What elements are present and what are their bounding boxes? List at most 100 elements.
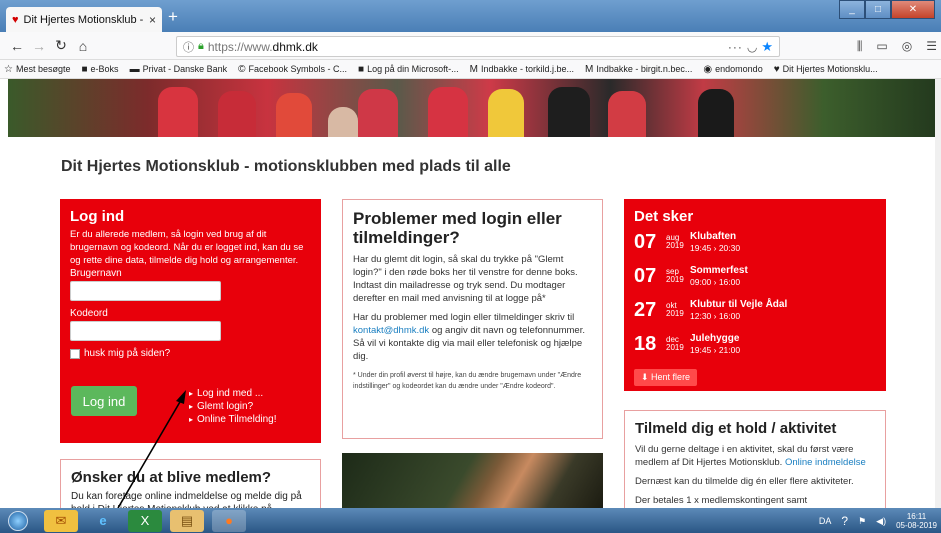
username-input[interactable] xyxy=(70,281,221,301)
join-title: Tilmeld dig et hold / aktivitet xyxy=(635,420,837,437)
forgot-login-link[interactable]: Glemt login? xyxy=(189,400,277,413)
event-item[interactable]: 07 aug 2019 Klubaften 19:45 › 20:30 xyxy=(634,231,876,259)
bookmark-label: endomondo xyxy=(715,64,763,74)
browser-tab[interactable]: ♥ Dit Hjertes Motionsklub - moti × xyxy=(6,7,162,32)
online-signup-link[interactable]: Online Tilmelding! xyxy=(189,413,276,426)
online-membership-link[interactable]: Online indmeldelse xyxy=(785,457,866,468)
language-indicator[interactable]: DA xyxy=(819,516,832,526)
bookmark-item[interactable]: ◉ endomondo xyxy=(703,64,762,75)
password-input[interactable] xyxy=(70,321,221,341)
problems-paragraph-1: Har du glemt dit login, så skal du trykk… xyxy=(353,254,578,304)
volume-icon[interactable]: ◀) xyxy=(876,516,886,527)
event-item[interactable]: 18 dec 2019 Julehygge 19:45 › 21:00 xyxy=(634,333,876,361)
clock-date: 05-08-2019 xyxy=(896,521,937,530)
problems-footnote: * Under din profil øverst til højre, kan… xyxy=(353,372,582,390)
event-info: Klubtur til Vejle Ådal 12:30 › 16:00 xyxy=(690,299,787,321)
event-name[interactable]: Klubtur til Vejle Ådal xyxy=(690,299,787,311)
help-icon[interactable]: ? xyxy=(841,514,848,528)
bookmark-icon: ▬ xyxy=(129,63,140,75)
info-icon[interactable]: ⓘ xyxy=(183,39,194,55)
bookmark-item[interactable]: M Indbakke - torkild.j.be... xyxy=(470,64,574,75)
forward-icon[interactable]: → xyxy=(28,38,50,54)
join-paragraph-1: Vil du gerne deltage i en aktivitet, ska… xyxy=(635,443,875,469)
new-tab-button[interactable]: + xyxy=(168,7,178,27)
problems-paragraph-2: Har du problemer med login eller tilmeld… xyxy=(353,311,592,363)
tab-title: Dit Hjertes Motionsklub - moti xyxy=(23,13,144,26)
back-icon[interactable]: ← xyxy=(6,38,28,54)
events-title: Det sker xyxy=(634,208,694,225)
event-time: 19:45 › 21:00 xyxy=(690,345,741,355)
become-member-box: Ønsker du at blive medlem? Du kan foreta… xyxy=(60,459,321,508)
sidebar-icon[interactable]: ▭ xyxy=(876,39,887,54)
page-actions-icon[interactable]: ··· xyxy=(728,40,743,54)
load-more-button[interactable]: ⬇ Hent flere xyxy=(634,369,698,386)
windows-taskbar: ✉ e X ▤ ● DA ? ⚑ ◀) 16:11 05-08-2019 xyxy=(0,508,941,533)
file-explorer-taskbar-icon[interactable]: ▤ xyxy=(170,509,204,532)
bookmark-item[interactable]: M Indbakke - birgit.n.bec... xyxy=(585,64,692,75)
login-button[interactable]: Log ind xyxy=(71,386,137,416)
username-label: Brugernavn xyxy=(70,268,122,279)
events-box: Det sker 07 aug 2019 Klubaften 19:45 › 20:30… xyxy=(624,199,886,391)
event-year: 2019 xyxy=(666,241,684,250)
bookmark-item[interactable]: ■ e-Boks xyxy=(82,64,119,75)
login-links: Log ind med ... Glemt login? Online Tilm… xyxy=(189,387,277,426)
contact-email-link[interactable]: kontakt@dhmk.dk xyxy=(353,325,429,336)
bookmark-icon: ■ xyxy=(81,63,88,75)
event-name[interactable]: Julehygge xyxy=(690,333,740,345)
bookmark-icon: © xyxy=(238,63,246,75)
event-name[interactable]: Klubaften xyxy=(690,231,740,243)
extension-icon[interactable]: ◎ xyxy=(902,39,912,54)
internet-explorer-taskbar-icon[interactable]: e xyxy=(86,510,120,532)
start-button[interactable] xyxy=(0,508,36,533)
vertical-scrollbar[interactable] xyxy=(935,79,941,508)
load-more-label: Hent flere xyxy=(651,372,691,382)
clock[interactable]: 16:11 05-08-2019 xyxy=(896,512,937,530)
navigation-bar: ← → ↻ ⌂ ⓘ 🔒︎ https://www. dhmk.dk ··· ◡ ★… xyxy=(0,32,941,60)
tab-close-icon[interactable]: × xyxy=(149,13,156,27)
remember-me[interactable]: husk mig på siden? xyxy=(70,348,311,359)
bookmark-item[interactable]: ■ Log på din Microsoft-... xyxy=(358,64,459,75)
window-controls: _ □ ✕ xyxy=(839,0,935,19)
web-page: Dit Hjertes Motionsklub - motionsklubben… xyxy=(0,79,941,508)
event-list: 07 aug 2019 Klubaften 19:45 › 20:30 07 sep 2019… xyxy=(634,231,876,361)
event-name[interactable]: Sommerfest xyxy=(690,265,748,277)
event-time: 09:00 › 16:00 xyxy=(690,277,741,287)
library-icon[interactable]: ⫼ xyxy=(857,39,863,54)
bookmark-label: Indbakke - torkild.j.be... xyxy=(480,64,575,74)
event-item[interactable]: 07 sep 2019 Sommerfest 09:00 › 16:00 xyxy=(634,265,876,293)
member-text: Du kan foretage online indmeldelse og me… xyxy=(71,491,302,508)
bookmark-label: Indbakke - birgit.n.bec... xyxy=(596,64,693,74)
hero-photo xyxy=(8,79,935,137)
url-host: dhmk.dk xyxy=(272,39,318,54)
address-bar[interactable]: ⓘ 🔒︎ https://www. dhmk.dk ··· ◡ ★ xyxy=(176,36,780,57)
bookmark-star-icon[interactable]: ★ xyxy=(761,39,773,55)
event-year: 2019 xyxy=(666,343,684,352)
bookmark-icon: M xyxy=(585,63,594,75)
login-with-link[interactable]: Log ind med ... xyxy=(189,387,277,400)
bookmark-item[interactable]: ▬ Privat - Danske Bank xyxy=(130,64,228,75)
bookmark-label: Log på din Microsoft-... xyxy=(367,64,459,74)
flag-icon[interactable]: ⚑ xyxy=(858,516,866,527)
arrow-down-icon: ⬇ xyxy=(641,372,652,382)
join-paragraph-2: Dernæst kan du tilmelde dig én eller fle… xyxy=(635,476,854,487)
maximize-button[interactable]: □ xyxy=(865,0,891,19)
outlook-taskbar-icon[interactable]: ✉ xyxy=(44,509,78,532)
firefox-taskbar-icon[interactable]: ● xyxy=(212,509,246,532)
bookmark-item[interactable]: ♥ Dit Hjertes Motionsklu... xyxy=(774,64,878,75)
event-item[interactable]: 27 okt 2019 Klubtur til Vejle Ådal 12:30 › 1… xyxy=(634,299,876,327)
reload-icon[interactable]: ↻ xyxy=(50,37,72,54)
remember-checkbox[interactable] xyxy=(70,348,80,359)
menu-icon[interactable]: ☰ xyxy=(926,39,937,54)
event-day: 07 xyxy=(634,265,657,287)
bookmarks-bar: ☆ Mest besøgte ■ e-Boks ▬ Privat - Danske Ban… xyxy=(0,60,941,79)
excel-taskbar-icon[interactable]: X xyxy=(128,509,162,532)
pocket-icon[interactable]: ◡ xyxy=(747,40,757,54)
bookmark-icon: ■ xyxy=(358,63,365,75)
login-intro: Er du allerede medlem, så login ved brug… xyxy=(70,229,304,266)
close-window-button[interactable]: ✕ xyxy=(891,0,935,19)
home-icon[interactable]: ⌂ xyxy=(72,38,94,54)
bookmark-item[interactable]: ☆ Mest besøgte xyxy=(4,64,71,75)
minimize-button[interactable]: _ xyxy=(839,0,865,19)
event-info: Klubaften 19:45 › 20:30 xyxy=(690,231,740,253)
bookmark-item[interactable]: © Facebook Symbols - C... xyxy=(238,64,347,75)
